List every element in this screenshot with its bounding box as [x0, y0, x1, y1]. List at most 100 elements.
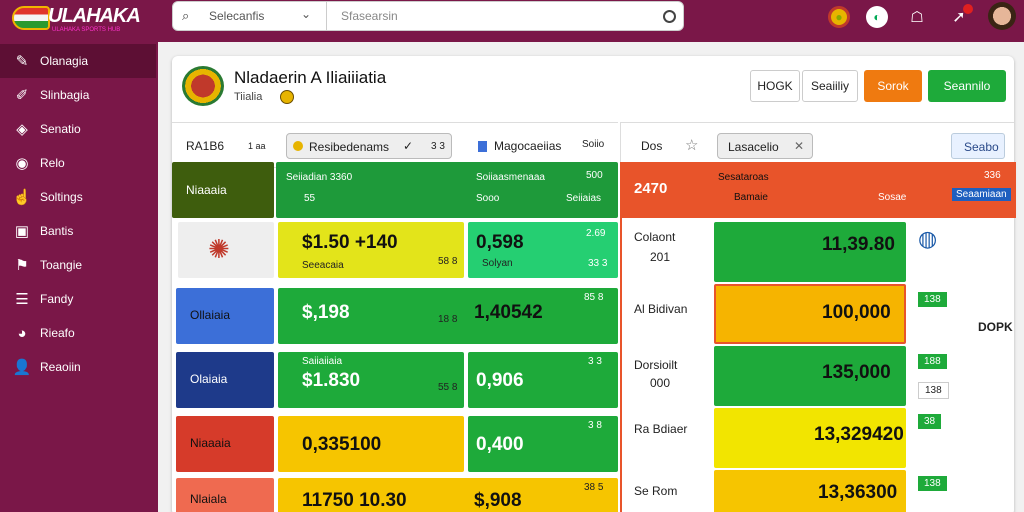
- search-icon: ⌕: [182, 8, 190, 23]
- odds-value: 135,000: [822, 362, 891, 383]
- odds-badge-2: 138: [918, 382, 949, 399]
- left-toolbar-label: RA1B6: [186, 139, 225, 153]
- crest-icon: ✺: [208, 234, 230, 264]
- odds-header-right: Sosae: [878, 192, 907, 203]
- hogk-button[interactable]: HOGK: [750, 70, 800, 102]
- sidebar-item-label: Soltings: [40, 190, 83, 204]
- value-1: $1.830: [302, 370, 361, 391]
- value-tile-1[interactable]: Saiiaiiaia $1.830 55 8: [278, 352, 464, 408]
- user-icon: 👤: [12, 359, 32, 376]
- sidebar-item-olanagia[interactable]: ✎ Olanagia: [0, 44, 156, 78]
- value-2-sub: Solyan: [482, 258, 513, 269]
- close-icon[interactable]: ✕: [794, 139, 804, 153]
- flag-icon: [12, 6, 50, 30]
- value-2-top: 85 8: [584, 292, 604, 303]
- value-1: 0,335100: [302, 434, 382, 455]
- globe-icon: ◍: [918, 226, 938, 251]
- search-category-label: Selecanfis: [209, 9, 265, 23]
- search-category-select[interactable]: ⌕ Selecanfis ⌄: [173, 2, 327, 30]
- value-tile-1[interactable]: $,198 18 8 1,40542 85 8: [278, 288, 618, 344]
- odds-value-tile[interactable]: 13,36300: [714, 470, 906, 512]
- value-tile-1[interactable]: 11750 10.30 $,908 38 5: [278, 478, 618, 512]
- odds-value-tile[interactable]: 13,329420: [714, 408, 906, 468]
- value-tile-2[interactable]: 0,400 3 8: [468, 416, 618, 472]
- value-tile-2[interactable]: 0,906 3 3: [468, 352, 618, 408]
- sidebar-item-label: Slinbagia: [40, 88, 90, 102]
- chevron-down-icon: ⌄: [301, 7, 312, 21]
- odds-row[interactable]: Al Bidivan 100,000 138 DOPK: [622, 284, 1016, 344]
- sidebar-item-senatio[interactable]: ◈ Senatio: [0, 112, 156, 146]
- left-tab[interactable]: Magocaeiias: [494, 139, 561, 153]
- main-area: Nladaerin A Iliaiiiatia Tiialia HOGK Sea…: [158, 42, 1024, 512]
- app-logo[interactable]: ULAHAKA ULAHAKA SPORTS HUB: [12, 4, 142, 34]
- sidebar-item-relo[interactable]: ◉ Relo: [0, 146, 156, 180]
- avatar[interactable]: [988, 2, 1016, 30]
- matrix-header-c2-sub: Sooo: [476, 193, 500, 204]
- search-clear-icon[interactable]: [663, 10, 676, 23]
- search-input[interactable]: Sfasearsin: [341, 9, 398, 23]
- left-toolbar-sub: 1 aa: [248, 141, 266, 151]
- sidebar-item-bantis[interactable]: ▣ Bantis: [0, 214, 156, 248]
- sidebar-item-label: Senatio: [40, 122, 81, 136]
- sidebar-item-fandy[interactable]: ☰ Fandy: [0, 282, 156, 316]
- value-1-code: 18 8: [438, 314, 458, 325]
- ball-icon[interactable]: ◐: [866, 6, 888, 28]
- value-1-sub: Seeacaia: [302, 260, 344, 271]
- value-tile-1[interactable]: $1.50 +140 Seeacaia 58 8: [278, 222, 464, 278]
- badge-icon: [280, 90, 294, 104]
- value-2: 1,40542: [474, 302, 543, 323]
- chat-icon[interactable]: ☖: [906, 6, 928, 28]
- seannio-button[interactable]: Seannilo: [928, 70, 1006, 102]
- odds-row[interactable]: Se Rom 13,36300 138: [622, 470, 1016, 512]
- value-tile-2[interactable]: 0,598 2.69 Solyan 33 3: [468, 222, 618, 278]
- matrix-row[interactable]: Niaaaia 0,335100 0,400 3 8: [172, 412, 618, 472]
- seaiiy-button[interactable]: Seaiiliy: [802, 70, 858, 102]
- sidebar-item-rieafo[interactable]: ◕ Rieafo: [0, 316, 156, 350]
- sidebar-item-slinbagia[interactable]: ✐ Slinbagia: [0, 78, 156, 112]
- odds-value-tile[interactable]: 11,39.80 33: [714, 222, 931, 282]
- star-icon[interactable]: ☆: [685, 136, 698, 154]
- pie-icon: ◕: [17, 324, 27, 342]
- pencil-icon: ✎: [15, 53, 29, 70]
- value-tile-1[interactable]: 0,335100: [278, 416, 464, 472]
- notification-icon[interactable]: ➚: [948, 4, 973, 28]
- odds-row[interactable]: Ra Bdiaer 13,329420 38: [622, 408, 1016, 468]
- odds-header-mid: Bamaie: [734, 192, 768, 203]
- sidebar-item-soltings[interactable]: ☝ Soltings: [0, 180, 156, 214]
- odds-header: 2470 Sesataroas Bamaie Sosae 336 Seaamia…: [622, 162, 1016, 218]
- odds-row[interactable]: Dorsioilt 000 135,000 188 138: [622, 346, 1016, 406]
- odds-row-name: Dorsioilt: [634, 358, 678, 372]
- odds-value-tile[interactable]: 100,000: [714, 284, 906, 344]
- matrix-row[interactable]: Ollaiaia $,198 18 8 1,40542 85 8: [172, 284, 618, 344]
- content-card: Nladaerin A Iliaiiiatia Tiialia HOGK Sea…: [172, 56, 1016, 512]
- value-2: $,908: [474, 490, 522, 511]
- matrix-row[interactable]: ✺ $1.50 +140 Seeacaia 58 8 0,598 2.69 So…: [172, 220, 618, 280]
- left-select[interactable]: Resibedenams ✓ 3 3: [286, 133, 452, 159]
- sidebar-item-label: Toangie: [40, 258, 83, 272]
- sorok-button[interactable]: Sorok: [864, 70, 922, 102]
- matrix-row[interactable]: Nlaiala 11750 10.30 $,908 38 5: [172, 474, 618, 512]
- matrix-header-cell: Niaaaia: [172, 162, 274, 218]
- value-2: 0,400: [476, 434, 524, 455]
- sidebar-item-toangie[interactable]: ⚑ Toangie: [0, 248, 156, 282]
- odds-value: 100,000: [822, 302, 891, 323]
- odds-value-tile[interactable]: 135,000: [714, 346, 906, 406]
- odds-header-badge-top: 336: [984, 170, 1001, 181]
- cursor-icon: ☝: [12, 189, 32, 206]
- top-bar: ULAHAKA ULAHAKA SPORTS HUB ⌕ Selecanfis …: [0, 0, 1024, 42]
- team-label-tile: Niaaaia: [176, 416, 274, 472]
- sidebar-item-label: Olanagia: [40, 54, 89, 68]
- seaiiy-button-label: Seaiiliy: [810, 79, 849, 93]
- document-icon: [478, 141, 487, 152]
- team-label: Niaaaia: [190, 436, 231, 450]
- team-label: Olaiaia: [190, 372, 228, 386]
- sorok-button-label: Sorok: [877, 79, 909, 93]
- shield-icon[interactable]: ●: [828, 6, 850, 28]
- sidebar-item-reaoiin[interactable]: 👤 Reaoiin: [0, 350, 156, 384]
- right-select[interactable]: Lasacelio ✕: [717, 133, 813, 159]
- matrix-row[interactable]: Olaiaia Saiiaiiaia $1.830 55 8 0,906 3 3: [172, 348, 618, 408]
- right-action-button[interactable]: Seabo: [951, 133, 1005, 159]
- odds-row[interactable]: Colaont 201 11,39.80 33 ◍: [622, 222, 1016, 282]
- matrix-header-c2-right: Seiiaias: [566, 193, 602, 204]
- odds-badge: 188: [918, 354, 947, 369]
